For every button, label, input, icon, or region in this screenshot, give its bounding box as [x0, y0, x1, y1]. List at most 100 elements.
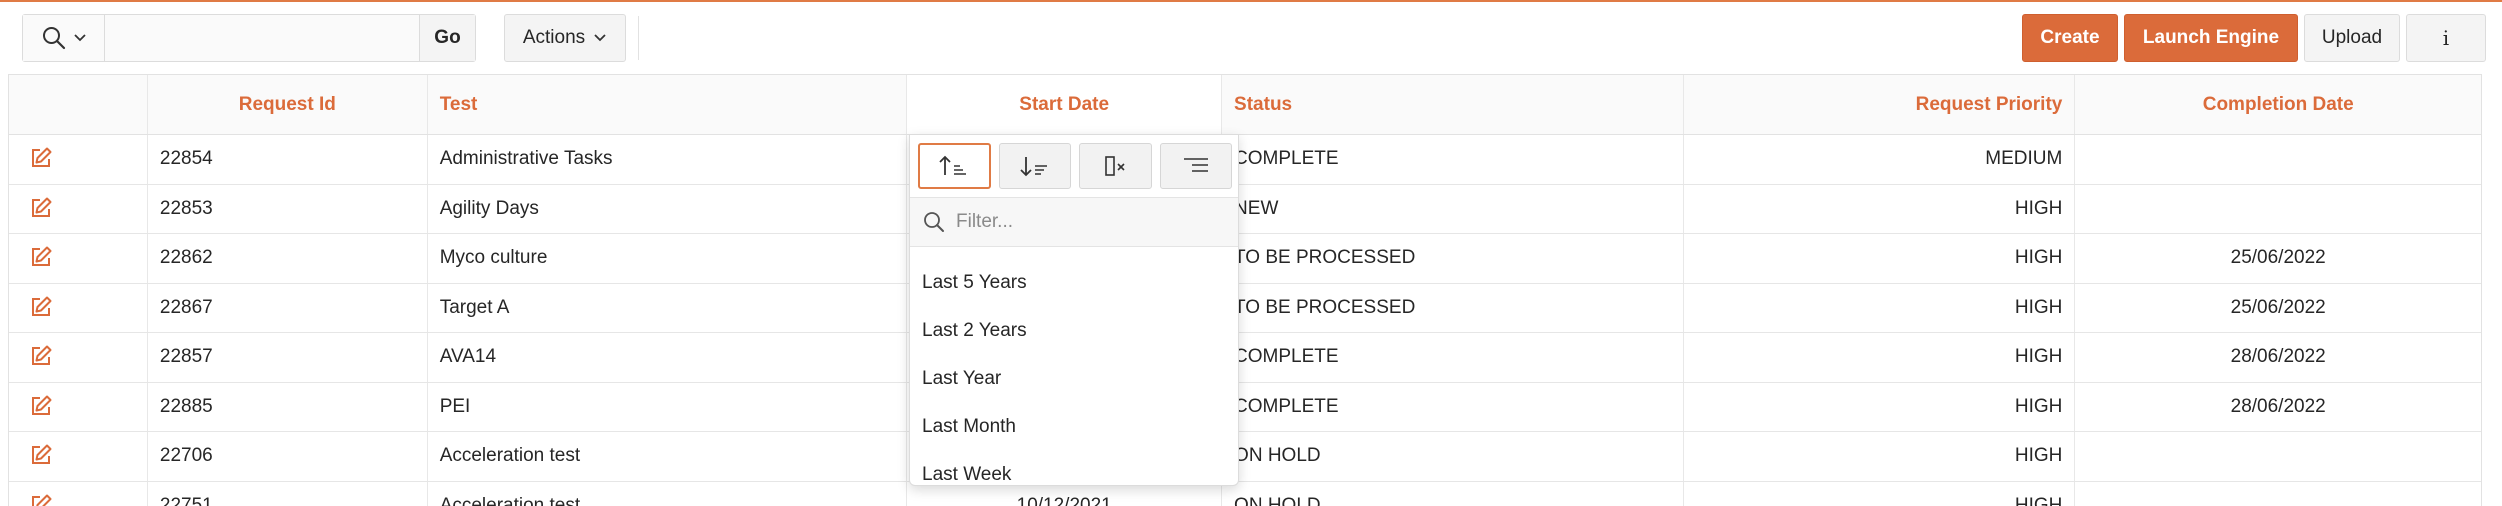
report-table: Request Id Test Start Date Status Reques…: [8, 74, 2482, 506]
edit-icon[interactable]: [29, 394, 55, 420]
edit-cell: [9, 333, 148, 382]
filter-option[interactable]: Last Week: [910, 451, 1238, 485]
search-group: Go: [22, 14, 476, 62]
completion-date-cell: [2075, 185, 2481, 234]
table-row: 22751 Acceleration test 10/12/2021 ON HOLD H…: [9, 481, 2481, 506]
completion-date-cell: 28/06/2022: [2230, 346, 2326, 368]
sort-descending-button[interactable]: [998, 143, 1072, 189]
priority-cell: HIGH: [1684, 432, 2076, 481]
edit-icon[interactable]: [29, 443, 55, 469]
chevron-down-icon: [73, 34, 86, 42]
report-toolbar: Go Actions Create Launch Engine Upload i: [0, 2, 2502, 70]
test-cell: AVA14: [428, 333, 908, 382]
priority-cell: HIGH: [1684, 234, 2076, 283]
header-edit-column: [9, 75, 148, 134]
status-cell: COMPLETE: [1222, 135, 1684, 184]
search-input[interactable]: [105, 15, 419, 61]
header-status[interactable]: Status: [1222, 75, 1684, 134]
create-button[interactable]: Create: [2022, 14, 2118, 62]
control-break-icon: [1183, 158, 1208, 172]
filter-option[interactable]: Last 2 Years: [910, 307, 1238, 355]
request-id-cell: 22853: [148, 184, 428, 233]
test-cell: Target A: [428, 283, 908, 332]
status-cell: NEW: [1222, 184, 1684, 233]
edit-cell: [9, 481, 148, 506]
completion-date-cell: [2075, 135, 2481, 184]
test-cell: Agility Days: [428, 184, 908, 233]
table-header-row: Request Id Test Start Date Status Reques…: [9, 74, 2481, 135]
upload-button[interactable]: Upload: [2304, 14, 2400, 62]
control-break-button[interactable]: [1159, 143, 1232, 189]
table-row: 22706 Acceleration test ON HOLD HIGH: [9, 432, 2481, 482]
test-cell: Acceleration test: [428, 432, 908, 481]
header-completion-date[interactable]: Completion Date: [2075, 75, 2481, 134]
table-row: 22885 PEI COMPLETE HIGH 28/06/2022: [9, 382, 2481, 432]
status-cell: COMPLETE: [1222, 382, 1684, 431]
request-id-cell: 22751: [148, 481, 428, 506]
sort-ascending-icon: [939, 155, 967, 175]
status-cell: COMPLETE: [1222, 333, 1684, 382]
edit-cell: [9, 382, 148, 431]
priority-cell: HIGH: [1684, 481, 2076, 506]
table-row: 22857 AVA14 COMPLETE HIGH 28/06/2022: [9, 333, 2481, 383]
hide-column-icon: [1105, 156, 1125, 176]
edit-cell: [9, 432, 148, 481]
priority-cell: HIGH: [1684, 382, 2076, 431]
actions-label: Actions: [522, 27, 586, 48]
actions-menu-button[interactable]: Actions: [504, 14, 626, 62]
status-cell: TO BE PROCESSED: [1222, 234, 1684, 283]
priority-cell: HIGH: [1684, 184, 2076, 233]
filter-option[interactable]: Last 5 Years: [910, 259, 1238, 307]
sort-button-row: [910, 135, 1238, 197]
edit-icon[interactable]: [29, 146, 55, 172]
edit-cell: [9, 184, 148, 233]
test-cell: Myco culture: [428, 234, 908, 283]
header-request-priority[interactable]: Request Priority: [1684, 75, 2076, 134]
sort-descending-icon: [1020, 157, 1047, 177]
filter-option[interactable]: Last Year: [910, 355, 1238, 403]
request-id-cell: 22857: [148, 333, 428, 382]
test-cell: Administrative Tasks: [428, 135, 908, 184]
table-row: 22854 Administrative Tasks COMPLETE MEDIUM: [9, 135, 2481, 185]
search-column-button[interactable]: [23, 15, 105, 61]
table-row: 22867 Target A TO BE PROCESSED HIGH 25/06/20…: [9, 283, 2481, 333]
table-row: 22862 Myco culture TO BE PROCESSED HIGH 25/0…: [9, 234, 2481, 284]
filter-options-list: Last 5 Years Last 2 Years Last Year Last…: [910, 247, 1238, 485]
column-filter: [910, 197, 1238, 247]
header-request-id[interactable]: Request Id: [148, 75, 428, 134]
edit-cell: [9, 283, 148, 332]
hide-column-button[interactable]: [1079, 143, 1152, 189]
toolbar-divider: [638, 16, 639, 60]
edit-icon[interactable]: [29, 493, 55, 506]
priority-cell: HIGH: [1684, 333, 2076, 382]
launch-engine-button[interactable]: Launch Engine: [2124, 14, 2298, 62]
edit-icon[interactable]: [29, 245, 55, 271]
completion-date-cell: 25/06/2022: [2230, 247, 2326, 269]
completion-date-cell: [2075, 432, 2481, 481]
completion-date-cell: 28/06/2022: [2230, 395, 2326, 417]
header-start-date[interactable]: Start Date: [907, 75, 1223, 134]
column-filter-input[interactable]: [956, 211, 1216, 233]
column-header-menu: Last 5 Years Last 2 Years Last Year Last…: [909, 134, 1239, 486]
chevron-down-icon: [594, 34, 606, 42]
completion-date-cell: 25/06/2022: [2230, 296, 2326, 318]
search-icon: [924, 212, 944, 232]
sort-ascending-button[interactable]: [918, 143, 991, 189]
edit-icon[interactable]: [29, 295, 55, 321]
edit-icon[interactable]: [29, 344, 55, 370]
edit-cell: [9, 135, 148, 184]
status-cell: ON HOLD: [1222, 481, 1684, 506]
request-id-cell: 22854: [148, 135, 428, 184]
completion-date-cell: [2075, 482, 2481, 506]
test-cell: PEI: [428, 382, 908, 431]
test-cell: Acceleration test: [428, 481, 908, 506]
filter-option[interactable]: Last Month: [910, 403, 1238, 451]
request-id-cell: 22862: [148, 234, 428, 283]
go-button[interactable]: Go: [419, 15, 475, 61]
edit-icon[interactable]: [29, 196, 55, 222]
info-button[interactable]: i: [2406, 14, 2486, 62]
request-id-cell: 22867: [148, 283, 428, 332]
header-test[interactable]: Test: [428, 75, 908, 134]
search-icon: [42, 27, 65, 50]
table-row: 22853 Agility Days NEW HIGH: [9, 184, 2481, 234]
